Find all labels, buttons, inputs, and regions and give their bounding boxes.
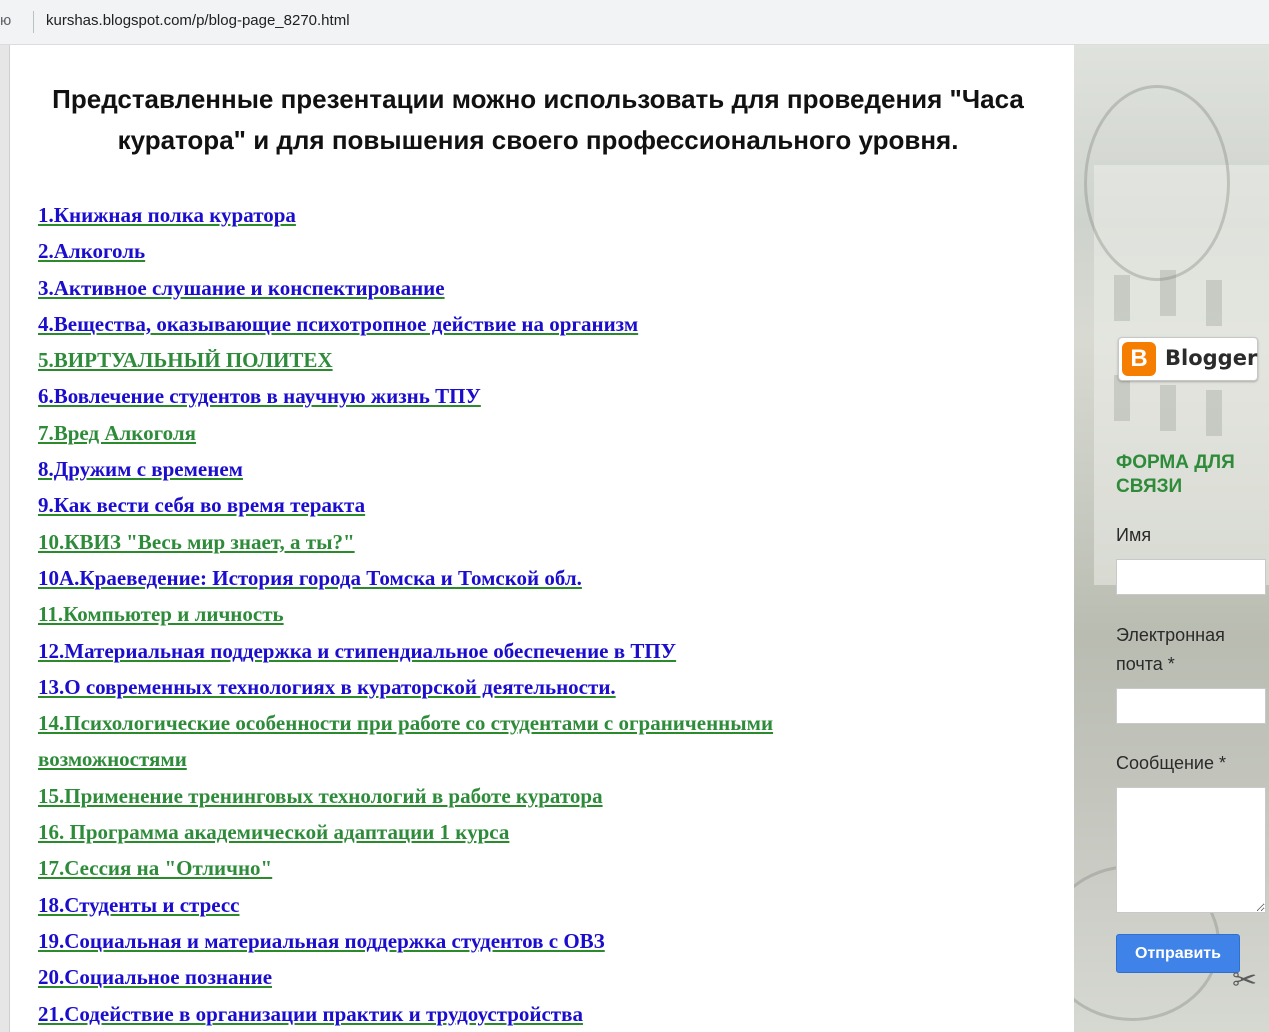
- submit-button[interactable]: Отправить: [1116, 934, 1240, 973]
- address-bar[interactable]: ю kurshas.blogspot.com/p/blog-page_8270.…: [0, 0, 1269, 45]
- sidebar-background-window: [1206, 390, 1222, 436]
- list-item: 17.Сессия на "Отлично": [38, 850, 1068, 886]
- list-item: 19.Социальная и материальная поддержка с…: [38, 923, 1068, 959]
- list-item: 9.Как вести себя во время теракта: [38, 487, 1068, 523]
- list-item: 14.Психологические особенности при работ…: [38, 705, 1068, 741]
- presentation-link[interactable]: 11.Компьютер и личность: [38, 602, 284, 626]
- presentation-link[interactable]: 5.ВИРТУАЛЬНЫЙ ПОЛИТЕХ: [38, 348, 333, 372]
- sidebar-background-window: [1160, 385, 1176, 431]
- sidebar: B Blogger ФОРМА ДЛЯ СВЯЗИ Имя Электронна…: [1074, 45, 1269, 1032]
- list-item: 1.Книжная полка куратора: [38, 197, 1068, 233]
- presentation-link[interactable]: 2.Алкоголь: [38, 239, 145, 263]
- presentation-link[interactable]: 10.КВИЗ "Весь мир знает, а ты?": [38, 530, 355, 554]
- list-item: возможностями: [38, 741, 1068, 777]
- name-input[interactable]: [1116, 559, 1266, 595]
- blogger-logo-icon: B: [1122, 342, 1156, 376]
- presentation-link[interactable]: 20.Социальное познание: [38, 965, 272, 989]
- presentation-link[interactable]: 4.Вещества, оказывающие психотропное дей…: [38, 312, 638, 336]
- main-content: Представленные презентации можно использ…: [10, 45, 1074, 1032]
- sidebar-background-window: [1114, 275, 1130, 321]
- list-item: 6.Вовлечение студентов в научную жизнь Т…: [38, 378, 1068, 414]
- presentation-link[interactable]: 14.Психологические особенности при работ…: [38, 711, 773, 735]
- presentation-link[interactable]: возможностями: [38, 747, 187, 771]
- presentation-link[interactable]: 17.Сессия на "Отлично": [38, 856, 272, 880]
- list-item: 20.Социальное познание: [38, 959, 1068, 995]
- list-item: 7.Вред Алкоголя: [38, 415, 1068, 451]
- page-left-edge: [0, 45, 10, 1032]
- contact-form-title: ФОРМА ДЛЯ СВЯЗИ: [1116, 452, 1235, 497]
- presentation-link[interactable]: 12.Материальная поддержка и стипендиальн…: [38, 639, 676, 663]
- email-input[interactable]: [1116, 688, 1266, 724]
- list-item: 12.Материальная поддержка и стипендиальн…: [38, 633, 1068, 669]
- list-item: 16. Программа академической адаптации 1 …: [38, 814, 1068, 850]
- sidebar-background-wire: [1084, 85, 1230, 281]
- presentation-link[interactable]: 10А.Краеведение: История города Томска и…: [38, 566, 582, 590]
- address-prefix: ю: [0, 12, 12, 29]
- list-item: 4.Вещества, оказывающие психотропное дей…: [38, 306, 1068, 342]
- list-item: 10.КВИЗ "Весь мир знает, а ты?": [38, 524, 1068, 560]
- presentation-link[interactable]: 15.Применение тренинговых технологий в р…: [38, 784, 603, 808]
- list-item: 5.ВИРТУАЛЬНЫЙ ПОЛИТЕХ: [38, 342, 1068, 378]
- list-item: 8.Дружим с временем: [38, 451, 1068, 487]
- sidebar-background-window: [1206, 280, 1222, 326]
- presentation-link[interactable]: 16. Программа академической адаптации 1 …: [38, 820, 509, 844]
- presentation-link[interactable]: 1.Книжная полка куратора: [38, 203, 296, 227]
- presentation-link[interactable]: 7.Вред Алкоголя: [38, 421, 196, 445]
- name-label: Имя: [1116, 525, 1152, 545]
- presentation-link[interactable]: 6.Вовлечение студентов в научную жизнь Т…: [38, 384, 481, 408]
- list-item: 11.Компьютер и личность: [38, 596, 1068, 632]
- presentation-link[interactable]: 13.О современных технологиях в кураторск…: [38, 675, 616, 699]
- presentation-link[interactable]: 18.Студенты и стресс: [38, 893, 240, 917]
- blogger-badge[interactable]: B Blogger: [1118, 337, 1258, 381]
- tools-icon[interactable]: ✂: [1232, 963, 1257, 998]
- blogger-badge-label: Blogger: [1165, 346, 1258, 370]
- presentation-link[interactable]: 19.Социальная и материальная поддержка с…: [38, 929, 605, 953]
- sidebar-background-window: [1114, 375, 1130, 421]
- presentation-link[interactable]: 9.Как вести себя во время теракта: [38, 493, 365, 517]
- presentation-link[interactable]: 8.Дружим с временем: [38, 457, 243, 481]
- list-item: 10А.Краеведение: История города Томска и…: [38, 560, 1068, 596]
- list-item: 18.Студенты и стресс: [38, 887, 1068, 923]
- presentation-link[interactable]: 3.Активное слушание и конспектирование: [38, 276, 445, 300]
- message-label: Сообщение *: [1116, 753, 1226, 773]
- address-divider: [33, 11, 34, 33]
- page-heading: Представленные презентации можно использ…: [52, 84, 1024, 155]
- list-item: 2.Алкоголь: [38, 233, 1068, 269]
- email-label: Электронная почта *: [1116, 625, 1225, 674]
- list-item: 13.О современных технологиях в кураторск…: [38, 669, 1068, 705]
- presentation-link[interactable]: 21.Содействие в организации практик и тр…: [38, 1002, 583, 1026]
- list-item: 3.Активное слушание и конспектирование: [38, 270, 1068, 306]
- list-item: 15.Применение тренинговых технологий в р…: [38, 778, 1068, 814]
- address-url[interactable]: kurshas.blogspot.com/p/blog-page_8270.ht…: [46, 12, 350, 29]
- list-item: 21.Содействие в организации практик и тр…: [38, 996, 1068, 1032]
- presentation-link-list: 1.Книжная полка куратора 2.Алкоголь 3.Акт…: [38, 197, 1068, 1032]
- message-textarea[interactable]: [1116, 787, 1266, 913]
